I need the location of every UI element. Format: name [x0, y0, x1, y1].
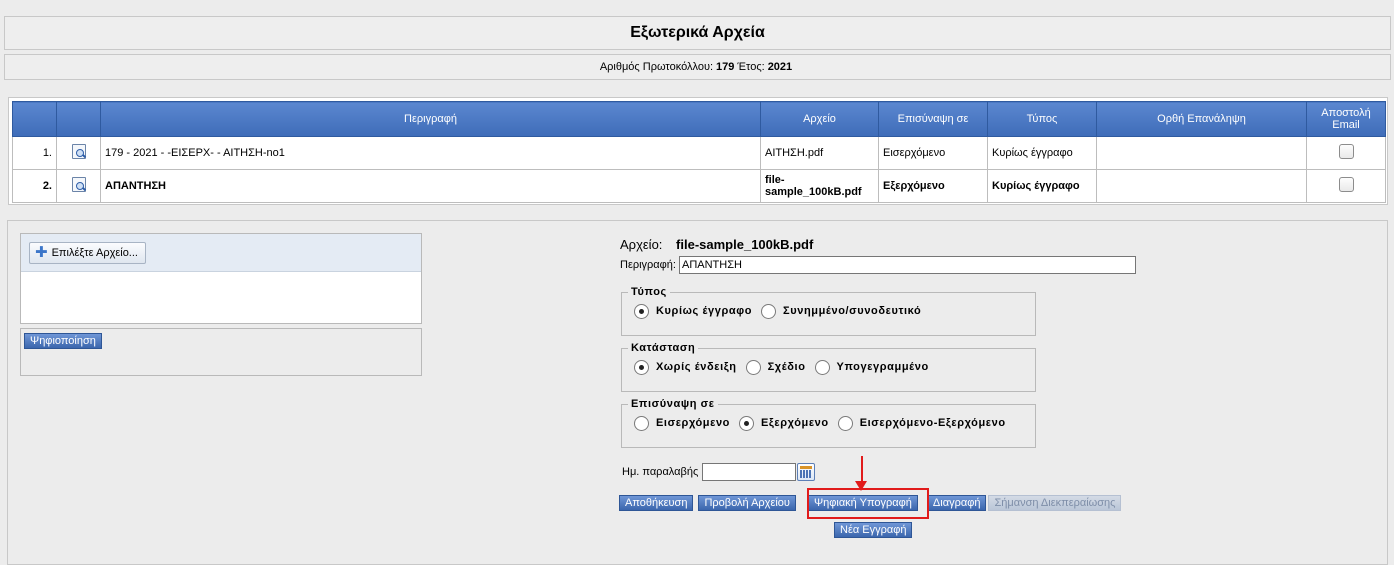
row-repeat [1096, 169, 1307, 203]
row-attach: Εξερχόμενο [878, 169, 988, 203]
radio-main-document[interactable] [634, 303, 649, 319]
upload-box: ✚ Επιλέξτε Αρχείο... [20, 233, 422, 324]
radio-label[interactable]: Εισερχόμενο-Εξερχόμενο [860, 417, 1006, 429]
table-row[interactable]: 2. ΑΠΑΝΤΗΣΗ file-sample_100kB.pdf Εξερχό… [12, 169, 1386, 203]
description-label: Περιγραφή: [620, 259, 676, 271]
col-header-num [12, 101, 57, 137]
view-file-button[interactable]: Προβολή Αρχείου [698, 495, 796, 511]
files-grid: Περιγραφή Αρχείο Επισύναψη σε Τύπος Ορθή… [8, 97, 1388, 205]
status-legend: Κατάσταση [631, 342, 696, 354]
type-group: Τύπος Κυρίως έγγραφο Συνημμένο/συνοδευτι… [621, 286, 1036, 336]
scan-button[interactable]: Ψηφιοποίηση [24, 333, 102, 349]
radio-label[interactable]: Εξερχόμενο [761, 417, 829, 429]
description-row: Περιγραφή: [620, 256, 1136, 274]
annotation-arrow [861, 456, 863, 482]
row-type: Κυρίως έγγραφο [987, 169, 1097, 203]
type-legend: Τύπος [631, 286, 667, 298]
row-repeat [1096, 136, 1307, 170]
status-group: Κατάσταση Χωρίς ένδειξη Σχέδιο Υπογεγραμ… [621, 342, 1036, 392]
type-options: Κυρίως έγγραφο Συνημμένο/συνοδευτικό [634, 298, 1035, 324]
mark-done-button: Σήμανση Διεκπεραίωσης [988, 495, 1122, 511]
files-table: Περιγραφή Αρχείο Επισύναψη σε Τύπος Ορθή… [12, 101, 1386, 203]
document-view-icon[interactable] [71, 177, 86, 192]
radio-label[interactable]: Υπογεγραμμένο [837, 361, 929, 373]
attach-group: Επισύναψη σε Εισερχόμενο Εξερχόμενο Εισε… [621, 398, 1036, 448]
row-file: file-sample_100kB.pdf [760, 169, 879, 203]
radio-no-indication[interactable] [634, 359, 649, 375]
radio-attachment[interactable] [761, 303, 777, 319]
radio-incoming-outgoing[interactable] [837, 415, 853, 431]
delete-button[interactable]: Διαγραφή [926, 495, 987, 511]
radio-draft[interactable] [745, 359, 761, 375]
protocol-number: 179 [716, 61, 735, 73]
col-header-file[interactable]: Αρχείο [760, 101, 879, 137]
row-number: 1. [12, 136, 57, 170]
col-header-type[interactable]: Τύπος [987, 101, 1097, 137]
col-header-icon [56, 101, 101, 137]
row-description: ΑΠΑΝΤΗΣΗ [100, 169, 761, 203]
radio-signed[interactable] [814, 359, 830, 375]
protocol-label: Αριθμός Πρωτοκόλλου: [599, 61, 714, 73]
page-title: Εξωτερικά Αρχεία [630, 24, 765, 41]
radio-label[interactable]: Συνημμένο/συνοδευτικό [783, 305, 921, 317]
document-view-icon[interactable] [71, 144, 86, 159]
attach-options: Εισερχόμενο Εξερχόμενο Εισερχόμενο-Εξερχ… [634, 410, 1035, 436]
save-button[interactable]: Αποθήκευση [619, 495, 694, 511]
radio-label[interactable]: Εισερχόμενο [656, 417, 730, 429]
new-entry-button[interactable]: Νέα Εγγραφή [834, 522, 913, 538]
year-label: Έτος: [737, 61, 765, 73]
col-header-repeat[interactable]: Ορθή Επανάληψη [1096, 101, 1307, 137]
receipt-date-row: Ημ. παραλαβής [622, 463, 819, 481]
calendar-icon[interactable] [797, 463, 816, 481]
new-entry-wrap: Νέα Εγγραφή [834, 522, 913, 538]
file-info: Αρχείο: file-sample_100kB.pdf [620, 237, 813, 252]
radio-label[interactable]: Σχέδιο [768, 361, 806, 373]
radio-incoming[interactable] [634, 415, 649, 431]
annotation-highlight-box [807, 488, 929, 519]
row-description: 179 - 2021 - -ΕΙΣΕΡΧ- - ΑΙΤΗΣΗ-no1 [100, 136, 761, 170]
file-label: Αρχείο: [620, 237, 663, 252]
receipt-date-input[interactable] [702, 463, 797, 481]
radio-label[interactable]: Κυρίως έγγραφο [656, 305, 752, 317]
attach-legend: Επισύναψη σε [631, 398, 715, 410]
status-options: Χωρίς ένδειξη Σχέδιο Υπογεγραμμένο [634, 354, 1035, 380]
description-input[interactable] [678, 256, 1136, 274]
scan-box: Ψηφιοποίηση [20, 328, 422, 376]
grid-header-row: Περιγραφή Αρχείο Επισύναψη σε Τύπος Ορθή… [12, 101, 1386, 137]
page-title-bar: Εξωτερικά Αρχεία [4, 16, 1391, 50]
select-file-button[interactable]: ✚ Επιλέξτε Αρχείο... [29, 242, 146, 264]
row-icon-cell[interactable] [56, 169, 101, 203]
table-row[interactable]: 1. 179 - 2021 - -ΕΙΣΕΡΧ- - ΑΙΤΗΣΗ-no1 ΑΙ… [12, 136, 1386, 170]
radio-label[interactable]: Χωρίς ένδειξη [656, 361, 737, 373]
protocol-year: 2021 [767, 61, 793, 73]
email-checkbox[interactable] [1338, 177, 1354, 192]
row-attach: Εισερχόμενο [878, 136, 988, 170]
plus-icon: ✚ [35, 244, 48, 261]
row-icon-cell[interactable] [56, 136, 101, 170]
row-number: 2. [12, 169, 57, 203]
col-header-email[interactable]: Αποστολή Email [1306, 101, 1386, 137]
col-header-description[interactable]: Περιγραφή [100, 101, 761, 137]
row-email-cell [1306, 136, 1386, 170]
row-file: ΑΙΤΗΣΗ.pdf [760, 136, 879, 170]
radio-outgoing[interactable] [739, 415, 754, 431]
row-email-cell [1306, 169, 1386, 203]
email-checkbox[interactable] [1338, 144, 1354, 159]
select-file-label: Επιλέξτε Αρχείο... [51, 247, 138, 259]
col-header-attach[interactable]: Επισύναψη σε [878, 101, 988, 137]
file-name: file-sample_100kB.pdf [676, 237, 814, 252]
receipt-date-label: Ημ. παραλαβής [622, 466, 699, 478]
protocol-info: Αριθμός Πρωτοκόλλου: 179 Έτος: 2021 [4, 54, 1391, 80]
row-type: Κυρίως έγγραφο [987, 136, 1097, 170]
upload-toolbar: ✚ Επιλέξτε Αρχείο... [21, 234, 421, 272]
